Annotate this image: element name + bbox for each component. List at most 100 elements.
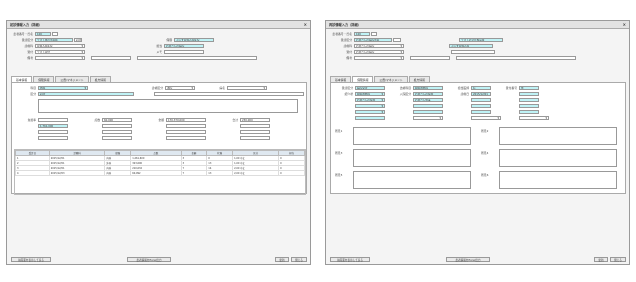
update-button[interactable]: 更新 — [275, 257, 289, 262]
kubun-field[interactable]: 初診 — [74, 37, 82, 43]
right-biko-select[interactable] — [354, 55, 404, 61]
right-kanja-no-field[interactable]: 100 — [354, 31, 370, 37]
amount4-field-c[interactable] — [166, 135, 206, 141]
amount4-field-d[interactable] — [240, 135, 270, 141]
form-field-13[interactable] — [355, 103, 385, 109]
back-button[interactable]: 前画面を表示して戻る — [11, 257, 51, 262]
amount-field-d[interactable]: 230,000 — [240, 117, 270, 123]
table-cell: 13 — [206, 170, 234, 176]
right-extra2-field[interactable]: ぷらす産婦人科 — [449, 43, 493, 49]
form-field-10[interactable]: お母さん外来 — [413, 97, 443, 103]
form-field-24[interactable] — [519, 115, 549, 121]
form-field-3[interactable]: 有 — [471, 85, 491, 91]
form-field-19[interactable] — [471, 109, 491, 115]
memo-label-4: 所見4 — [481, 151, 489, 155]
left-tab-panel: 科目 内科 診療区分 通院 病名 区分 初診 負担率 点数 60,000 金額 … — [11, 82, 307, 195]
form-field-2[interactable]: 呼吸器内科 — [413, 85, 443, 91]
right-excel-export-button[interactable]: 患者情報をExcel出力 — [446, 257, 490, 262]
table-cell: 60,992 — [130, 170, 182, 176]
memo-label: メモ — [156, 50, 162, 54]
form-field-8[interactable] — [519, 91, 539, 97]
amount3-field-c[interactable] — [166, 129, 206, 135]
right-extra1-field[interactable]: テストの公共施設様 — [459, 37, 503, 43]
amount3-field-b[interactable] — [102, 129, 132, 135]
panel-r2-field2[interactable] — [154, 91, 304, 97]
form-field-22[interactable] — [413, 115, 443, 121]
memo-textarea-4[interactable] — [499, 149, 617, 167]
form-field-6[interactable]: お母さんの医師 — [413, 91, 443, 97]
kanja-label: 患者番号・氏名 — [13, 32, 33, 36]
kanja-no-suffix[interactable] — [52, 31, 58, 37]
memo-textarea-6[interactable] — [499, 171, 617, 189]
form-field-1[interactable]: 病院受診 — [355, 85, 385, 91]
form-field-5[interactable]: 呼吸器内科 — [355, 91, 385, 97]
shinryo-select[interactable]: 産婦人科医院 — [35, 43, 85, 49]
form-field-20[interactable] — [519, 109, 539, 115]
form-field-15[interactable] — [471, 103, 491, 109]
panel-memo-textarea[interactable] — [38, 99, 298, 113]
form-field-7[interactable]: 2015/12/01 — [471, 91, 491, 97]
form-field-16[interactable] — [519, 103, 539, 109]
right-kanja-no-suffix[interactable] — [371, 31, 377, 37]
form-field-18[interactable] — [413, 109, 443, 115]
right-kanja-name-field[interactable]: お母さんの病院患者 — [354, 37, 392, 43]
panel-r1-select3[interactable] — [227, 85, 267, 91]
panel-r1-select1[interactable]: 内科 — [38, 85, 88, 91]
right-biko-long-field[interactable] — [456, 55, 576, 61]
amount-label-4: 合計 — [232, 118, 238, 122]
excel-export-button[interactable]: 患者情報をExcel出力 — [127, 257, 171, 262]
form-field-11[interactable] — [471, 97, 491, 103]
amount2-field-b[interactable] — [102, 123, 132, 129]
memo-label-5: 所見5 — [335, 173, 343, 177]
table-row[interactable]: 4 2015/12/03 内科 60,992 7 13 2,00 中止 0 — [15, 170, 305, 176]
form-field-4[interactable]: 無 — [519, 85, 539, 91]
panel-r1-select2[interactable]: 通院 — [165, 85, 195, 91]
uketsuke-select[interactable]: テスト受付 — [35, 49, 85, 55]
panel-r1-label3: 病名 — [219, 86, 225, 90]
right-kubun-field[interactable] — [393, 37, 401, 43]
right-close-button[interactable]: 閉じる — [610, 257, 626, 262]
amount2-field-d[interactable] — [240, 123, 270, 129]
right-memo-field[interactable] — [451, 49, 495, 55]
panel-r2-field[interactable]: 初診 — [38, 91, 134, 97]
amount4-field-a[interactable] — [38, 135, 68, 141]
amount-field-c[interactable]: 170,370,000 — [166, 117, 206, 123]
form-label-5: 紹介状 — [344, 92, 353, 96]
form-field-17[interactable] — [355, 109, 385, 115]
left-close-icon[interactable]: × — [304, 22, 307, 27]
biko-select[interactable] — [35, 55, 85, 61]
form-label-2: 治療科目 — [399, 86, 411, 90]
memo-textarea-2[interactable] — [499, 127, 617, 145]
form-field-14[interactable] — [413, 103, 443, 109]
tanto-field[interactable]: お母さんの病院 — [164, 43, 204, 49]
form-field-12[interactable] — [519, 97, 539, 103]
right-tab-panel: 受診区分 病院受診 治療科目 呼吸器内科 担当医師 有 受付番号 無 紹介状 呼… — [330, 82, 626, 194]
close-button[interactable]: 閉じる — [291, 257, 307, 262]
right-uketsuke-select[interactable]: お母さんの病院 — [354, 49, 404, 55]
amount3-field-d[interactable] — [240, 129, 270, 135]
right-back-button[interactable]: 前画面を表示して戻る — [330, 257, 370, 262]
kanja-name-field[interactable]: テスト用の患者様 — [35, 37, 73, 43]
right-update-button[interactable]: 更新 — [594, 257, 608, 262]
memo-field[interactable] — [164, 49, 204, 55]
amount-field-b[interactable]: 60,000 — [102, 117, 132, 123]
amount-field-a[interactable] — [38, 117, 68, 123]
right-shinryo-select[interactable]: お母さんの病院 — [354, 43, 404, 49]
amount2-field-c[interactable] — [166, 123, 206, 129]
memo-textarea-3[interactable] — [353, 149, 471, 167]
table-cell: 4 — [15, 170, 50, 176]
memo-textarea-1[interactable] — [353, 127, 471, 145]
form-field-9[interactable]: お母さんの医師 — [355, 97, 385, 103]
form-field-21[interactable] — [355, 115, 385, 121]
right-close-icon[interactable]: × — [623, 22, 626, 27]
biko-extra-field[interactable] — [91, 55, 131, 61]
biko-long-field[interactable] — [137, 55, 257, 61]
form-field-23[interactable] — [471, 115, 501, 121]
amount4-field-b[interactable] — [102, 135, 132, 141]
hoken-field[interactable]: ぷらす産婦人科医院 — [174, 37, 214, 43]
amount2-field-a[interactable]: 1,761,000 — [38, 123, 68, 129]
memo-textarea-5[interactable] — [353, 171, 471, 189]
kanja-no-field[interactable]: 100 — [35, 31, 51, 37]
right-biko-extra-field[interactable] — [410, 55, 450, 61]
amount3-field-a[interactable] — [38, 129, 68, 135]
